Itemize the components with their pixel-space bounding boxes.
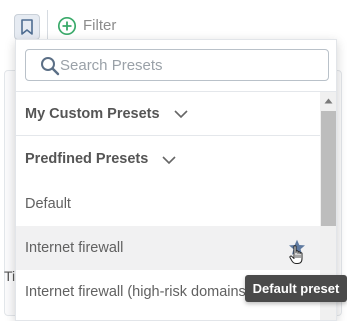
preset-label: Default xyxy=(25,196,71,212)
search-presets-input[interactable] xyxy=(60,54,320,76)
bookmark-button[interactable] xyxy=(14,14,40,40)
preset-label: Internet firewall (high-risk domains) xyxy=(25,284,251,300)
scroll-up-arrow-icon[interactable] xyxy=(324,98,333,104)
scrollbar-thumb[interactable] xyxy=(321,111,336,226)
search-box xyxy=(25,49,329,81)
group-label: Predfined Presets xyxy=(25,151,149,167)
hand-pointer-icon xyxy=(289,245,303,264)
bookmark-icon xyxy=(21,19,33,35)
add-filter-icon xyxy=(57,16,77,36)
group-my-custom-presets[interactable]: My Custom Presets xyxy=(16,92,321,136)
default-preset-tooltip: Default preset xyxy=(245,275,347,302)
search-icon xyxy=(41,57,60,76)
toolbar-divider xyxy=(47,10,48,40)
group-label: My Custom Presets xyxy=(25,105,160,122)
chevron-down-icon xyxy=(174,110,188,119)
group-predefined-presets[interactable]: Predfined Presets xyxy=(16,137,321,181)
preset-label: Internet firewall xyxy=(25,240,124,256)
chevron-down-icon xyxy=(162,155,176,164)
background-partial-text: Ti xyxy=(4,268,16,284)
filter-label: Filter xyxy=(83,17,117,34)
preset-item-internet-firewall[interactable]: Internet firewall xyxy=(16,226,321,270)
preset-item-default[interactable]: Default xyxy=(16,182,321,226)
